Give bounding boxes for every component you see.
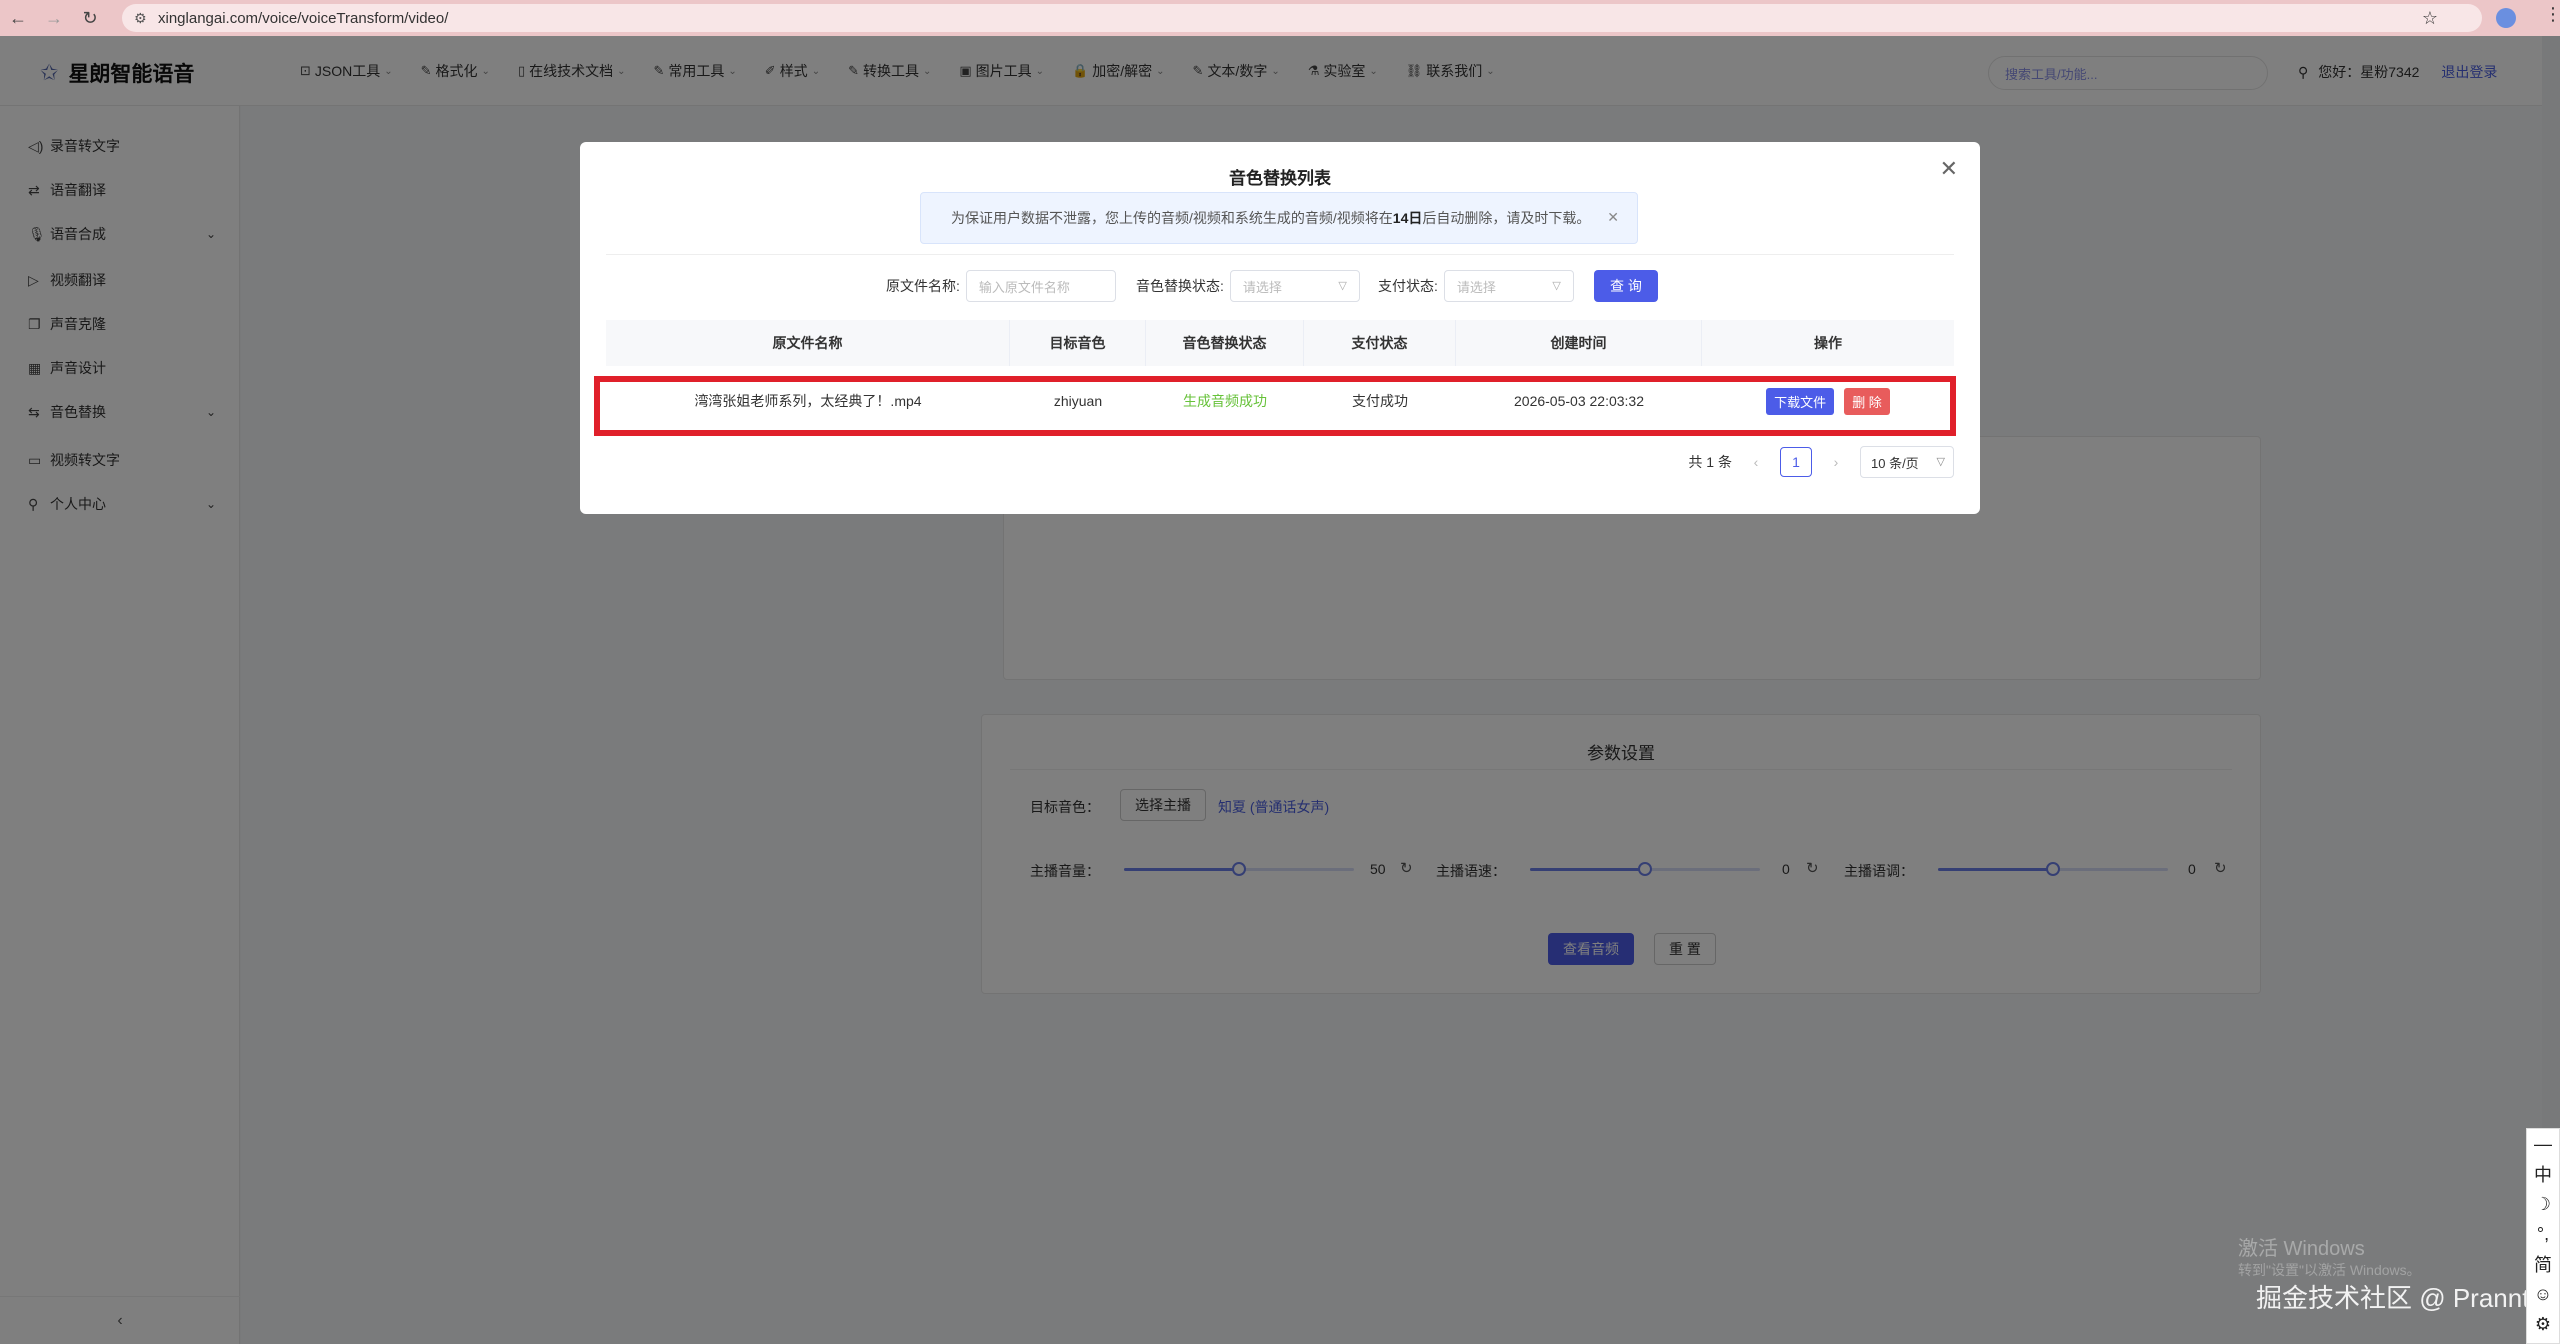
alert-prefix: 为保证用户数据不泄露，您上传的音频/视频和系统生成的音频/视频将在 xyxy=(951,210,1393,226)
column-header-3: 支付状态 xyxy=(1304,320,1456,366)
column-header-4: 创建时间 xyxy=(1456,320,1702,366)
ime-button-4[interactable]: 简 xyxy=(2534,1249,2552,1279)
alert-suffix: 后自动删除，请及时下载。 xyxy=(1422,210,1591,226)
page-size-select[interactable]: 10 条/页 ▽ xyxy=(1860,446,1954,478)
browser-toolbar: ← → ↻ ⚙ xinglangai.com/voice/voiceTransf… xyxy=(0,0,2560,36)
status-filter: 音色替换状态: 请选择 ▽ xyxy=(1136,270,1360,302)
ime-button-3[interactable]: °, xyxy=(2537,1219,2549,1249)
next-page-icon[interactable]: › xyxy=(1826,454,1846,470)
chevron-down-icon: ▽ xyxy=(1338,280,1347,292)
column-header-5: 操作 xyxy=(1814,335,1842,351)
column-header-0: 原文件名称 xyxy=(606,320,1010,366)
ime-button-5[interactable]: ☺ xyxy=(2534,1279,2552,1309)
ime-button-1[interactable]: 中 xyxy=(2534,1159,2552,1189)
ime-button-2[interactable]: ☽ xyxy=(2535,1189,2551,1219)
close-icon[interactable]: ✕ xyxy=(1940,156,1958,182)
ime-toolbar: — 中 ☽ °, 简 ☺ ⚙ xyxy=(2526,1128,2560,1344)
pay-filter: 支付状态: 请选择 ▽ xyxy=(1378,270,1574,302)
status-select[interactable]: 请选择 ▽ xyxy=(1229,270,1360,302)
prev-page-icon[interactable]: ‹ xyxy=(1746,454,1766,470)
page-size-value: 10 条/页 xyxy=(1871,455,1919,471)
chevron-down-icon: ▽ xyxy=(1936,456,1945,468)
reload-icon[interactable]: ↻ xyxy=(72,0,108,36)
back-icon[interactable]: ← xyxy=(0,0,36,36)
ime-button-6[interactable]: ⚙ xyxy=(2535,1309,2551,1339)
pay-select-placeholder: 请选择 xyxy=(1456,279,1496,295)
divider xyxy=(606,254,1954,255)
windows-activation-hint: 转到"设置"以激活 Windows。 xyxy=(2238,1262,2421,1278)
filename-filter-label: 原文件名称: xyxy=(886,278,960,294)
filename-input[interactable]: 输入原文件名称 xyxy=(965,270,1116,302)
browser-menu-icon[interactable]: ⋮ xyxy=(2544,4,2560,25)
filename-filter: 原文件名称: 输入原文件名称 xyxy=(886,270,1116,302)
total-count: 共 1 条 xyxy=(1688,454,1732,470)
column-header-1: 目标音色 xyxy=(1010,320,1146,366)
row-highlight-box xyxy=(594,376,1956,436)
ime-button-0[interactable]: — xyxy=(2534,1129,2552,1159)
column-header-2: 音色替换状态 xyxy=(1146,320,1304,366)
forward-icon[interactable]: → xyxy=(36,0,72,36)
alert-days: 14日 xyxy=(1392,210,1423,226)
page-number-current[interactable]: 1 xyxy=(1780,447,1812,477)
windows-activation-watermark: 激活 Windows xyxy=(2238,1238,2365,1260)
url-text: xinglangai.com/voice/voiceTransform/vide… xyxy=(158,9,449,27)
profile-avatar[interactable] xyxy=(2496,8,2516,28)
pay-filter-label: 支付状态: xyxy=(1378,278,1438,294)
voice-replace-list-dialog: 音色替换列表 ✕ 为保证用户数据不泄露，您上传的音频/视频和系统生成的音频/视频… xyxy=(580,142,1980,514)
pagination: 共 1 条 ‹ 1 › 10 条/页 ▽ xyxy=(1688,446,1954,478)
chevron-down-icon: ▽ xyxy=(1552,280,1561,292)
alert-close-icon[interactable]: ✕ xyxy=(1607,209,1619,226)
site-watermark: 掘金技术社区 @ Prannt xyxy=(2256,1283,2530,1313)
pay-select[interactable]: 请选择 ▽ xyxy=(1443,270,1574,302)
query-button[interactable]: 查 询 xyxy=(1594,270,1658,302)
address-bar[interactable]: ⚙ xinglangai.com/voice/voiceTransform/vi… xyxy=(122,4,2482,32)
dialog-title: 音色替换列表 xyxy=(1229,169,1331,188)
table-header: 原文件名称 目标音色 音色替换状态 支付状态 创建时间 操作 xyxy=(606,320,1954,366)
retention-alert: 为保证用户数据不泄露，您上传的音频/视频和系统生成的音频/视频将在 14日 后自动删… xyxy=(920,192,1638,244)
site-info-icon[interactable]: ⚙ xyxy=(134,10,147,27)
status-filter-label: 音色替换状态: xyxy=(1136,278,1224,294)
bookmark-star-icon[interactable]: ☆ xyxy=(2422,8,2438,29)
status-select-placeholder: 请选择 xyxy=(1242,279,1282,295)
